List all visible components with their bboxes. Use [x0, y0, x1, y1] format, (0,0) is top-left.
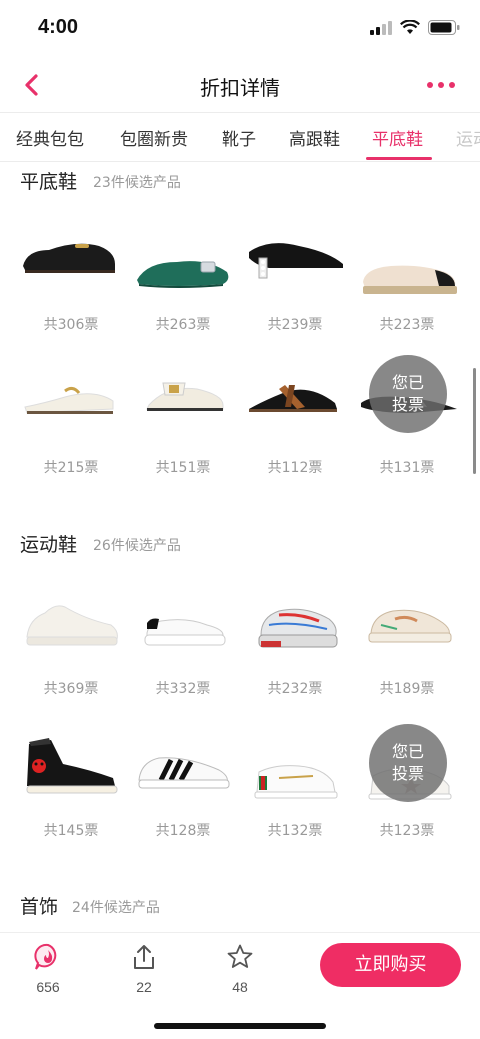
vote-count: 共128票: [155, 823, 211, 839]
vote-count: 共215票: [43, 460, 99, 476]
product-list[interactable]: 平底鞋 23件候选产品 共306票 共263票 共239票 共223票 共215…: [0, 162, 480, 932]
signal-icon: [370, 20, 392, 35]
tab-heels[interactable]: 高跟鞋: [289, 125, 340, 150]
beige-espadrille-image: [363, 265, 457, 294]
black-loafer-image: [23, 243, 115, 273]
vote-count: 共132票: [267, 823, 323, 839]
product-card[interactable]: 共132票: [239, 730, 351, 860]
product-card[interactable]: 共189票: [351, 585, 463, 715]
tab-boots[interactable]: 靴子: [222, 125, 256, 150]
product-card[interactable]: 共232票: [239, 585, 351, 715]
tab-classic-bags[interactable]: 经典包包: [16, 125, 84, 150]
more-button[interactable]: [424, 70, 458, 100]
home-indicator: [154, 1023, 326, 1029]
section-count: 23件候选产品: [93, 175, 181, 191]
product-card[interactable]: 共223票: [351, 222, 463, 352]
vote-count: 共123票: [379, 823, 435, 839]
white-black-stripe-sneaker-image: [138, 757, 230, 789]
voted-badge: 您已 投票: [369, 724, 447, 802]
vote-count: 共151票: [155, 460, 211, 476]
share-button[interactable]: 22: [114, 943, 174, 995]
white-horsebit-slipper-image: [24, 386, 114, 414]
product-card[interactable]: 您已 投票 共123票: [351, 724, 463, 860]
section-title: 平底鞋: [20, 171, 78, 193]
product-card[interactable]: 共151票: [127, 367, 239, 497]
section-count: 24件候选产品: [72, 900, 160, 916]
product-card[interactable]: 共145票: [15, 730, 127, 860]
favorite-button[interactable]: 48: [210, 943, 270, 995]
vote-count: 共369票: [43, 681, 99, 697]
vote-count: 共189票: [379, 681, 435, 697]
black-high-top-image: [26, 738, 118, 794]
status-icons: [370, 20, 460, 35]
status-time: 4:00: [38, 16, 79, 38]
battery-icon: [428, 20, 460, 35]
voted-badge: 您已 投票: [369, 355, 447, 433]
black-tan-slipper-image: [249, 385, 337, 412]
tab-new-bags[interactable]: 包圈新贵: [120, 125, 188, 150]
category-tab-bar: 经典包包 包圈新贵 靴子 高跟鞋 平底鞋 运动: [0, 112, 480, 162]
scrollbar[interactable]: [473, 368, 476, 474]
buy-now-button[interactable]: 立即购买: [320, 943, 461, 987]
product-card[interactable]: 共128票: [127, 730, 239, 860]
green-satin-flat-image: [137, 261, 229, 288]
tab-flats[interactable]: 平底鞋: [372, 125, 423, 150]
vote-count: 共332票: [155, 681, 211, 697]
voted-badge-line-2: 投票: [391, 395, 424, 414]
voted-badge-line-2: 投票: [391, 764, 424, 783]
vote-count: 共239票: [267, 317, 323, 333]
product-card[interactable]: 共306票: [15, 222, 127, 352]
bottom-action-bar: 656 22 48 立即购买: [0, 932, 480, 1039]
product-card[interactable]: 共239票: [239, 222, 351, 352]
flame-bubble-icon: [34, 943, 57, 970]
nav-bar: 折扣详情: [0, 58, 480, 112]
like-count: 656: [36, 979, 60, 995]
star-icon: [227, 944, 253, 968]
voted-badge-line-1: 您已: [391, 742, 424, 761]
product-card[interactable]: 共112票: [239, 367, 351, 497]
product-card[interactable]: 共215票: [15, 367, 127, 497]
vote-count: 共263票: [155, 317, 211, 333]
tab-sneakers[interactable]: 运动: [456, 125, 480, 150]
section-title: 运动鞋: [20, 534, 78, 556]
white-bow-loafer-image: [146, 382, 224, 411]
wifi-icon: [400, 20, 420, 34]
white-webbing-sneaker-image: [254, 765, 338, 799]
vote-count: 共223票: [379, 317, 435, 333]
section-title: 首饰: [20, 896, 59, 918]
vote-count: 共306票: [43, 317, 99, 333]
favorite-count: 48: [232, 979, 248, 995]
status-bar: 4:00: [0, 0, 480, 58]
cream-retro-sneaker-image: [368, 609, 452, 643]
section-count: 26件候选产品: [93, 538, 181, 554]
product-card[interactable]: 共263票: [127, 222, 239, 352]
vote-count: 共145票: [43, 823, 99, 839]
vote-count: 共232票: [267, 681, 323, 697]
vote-count: 共131票: [379, 460, 435, 476]
share-count: 22: [136, 979, 152, 995]
active-tab-indicator: [366, 157, 432, 160]
page-title: 折扣详情: [200, 76, 280, 100]
white-knit-sneaker-image: [26, 605, 118, 646]
share-icon: [134, 945, 154, 969]
more-dots-icon: [427, 82, 455, 88]
product-card[interactable]: 您已 投票 共131票: [351, 355, 463, 497]
white-platform-sneaker-image: [144, 618, 226, 646]
black-pearl-heel-loafer-image: [249, 243, 343, 279]
voted-badge-line-1: 您已: [391, 373, 424, 392]
like-button[interactable]: 656: [18, 943, 78, 995]
product-card[interactable]: 共369票: [15, 585, 127, 715]
vote-count: 共112票: [267, 460, 323, 476]
chunky-dad-sneaker-image: [258, 608, 338, 648]
product-card[interactable]: 共332票: [127, 585, 239, 715]
